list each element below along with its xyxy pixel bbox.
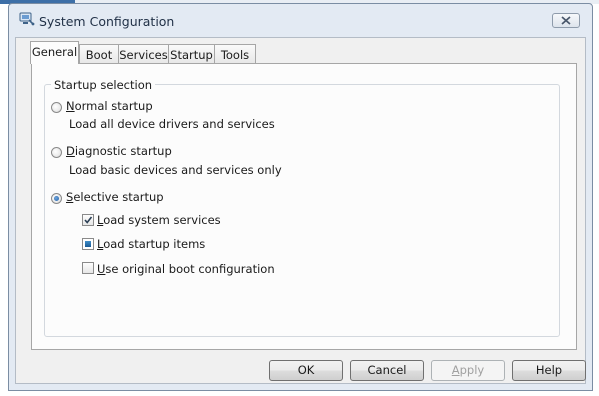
normal-startup-label[interactable]: Normal startup — [66, 99, 153, 113]
use-original-boot-config-checkbox[interactable] — [82, 262, 94, 274]
apply-button[interactable]: Apply — [431, 360, 505, 381]
diagnostic-startup-label[interactable]: Diagnostic startup — [66, 144, 172, 158]
load-system-services-label[interactable]: Load system services — [97, 213, 221, 227]
load-startup-items-checkbox[interactable] — [82, 238, 94, 250]
tab-boot[interactable]: Boot — [79, 44, 119, 63]
tab-startup[interactable]: Startup — [168, 44, 215, 63]
help-button[interactable]: Help — [512, 360, 586, 381]
close-icon — [561, 16, 571, 25]
normal-startup-radio[interactable] — [51, 102, 62, 113]
selective-startup-radio[interactable] — [51, 193, 62, 204]
msconfig-icon — [19, 12, 35, 26]
radio-selected-dot — [54, 196, 59, 201]
indeterminate-fill — [85, 241, 91, 247]
ok-button[interactable]: OK — [269, 360, 343, 381]
normal-startup-description: Load all device drivers and services — [69, 117, 275, 131]
checkmark-icon — [84, 216, 93, 224]
diagnostic-startup-description: Load basic devices and services only — [69, 163, 282, 177]
window-title: System Configuration — [39, 14, 175, 29]
load-system-services-checkbox[interactable] — [82, 214, 94, 226]
tab-tools[interactable]: Tools — [214, 44, 256, 63]
startup-selection-legend: Startup selection — [51, 78, 156, 92]
cancel-button[interactable]: Cancel — [350, 360, 424, 381]
diagnostic-startup-radio[interactable] — [51, 147, 62, 158]
title-bar[interactable]: System Configuration — [9, 4, 592, 38]
use-original-boot-config-label[interactable]: Use original boot configuration — [97, 262, 275, 276]
tab-services[interactable]: Services — [118, 44, 169, 63]
system-configuration-dialog: System Configuration General Boot Servic… — [8, 3, 593, 391]
selective-startup-label[interactable]: Selective startup — [66, 190, 164, 204]
dialog-client-area: General Boot Services Startup Tools Star… — [15, 37, 586, 384]
close-button[interactable] — [552, 13, 580, 28]
general-tab-panel: Startup selection Normal startup Load al… — [31, 63, 577, 350]
tab-general[interactable]: General — [30, 41, 79, 64]
load-startup-items-label[interactable]: Load startup items — [97, 237, 205, 251]
